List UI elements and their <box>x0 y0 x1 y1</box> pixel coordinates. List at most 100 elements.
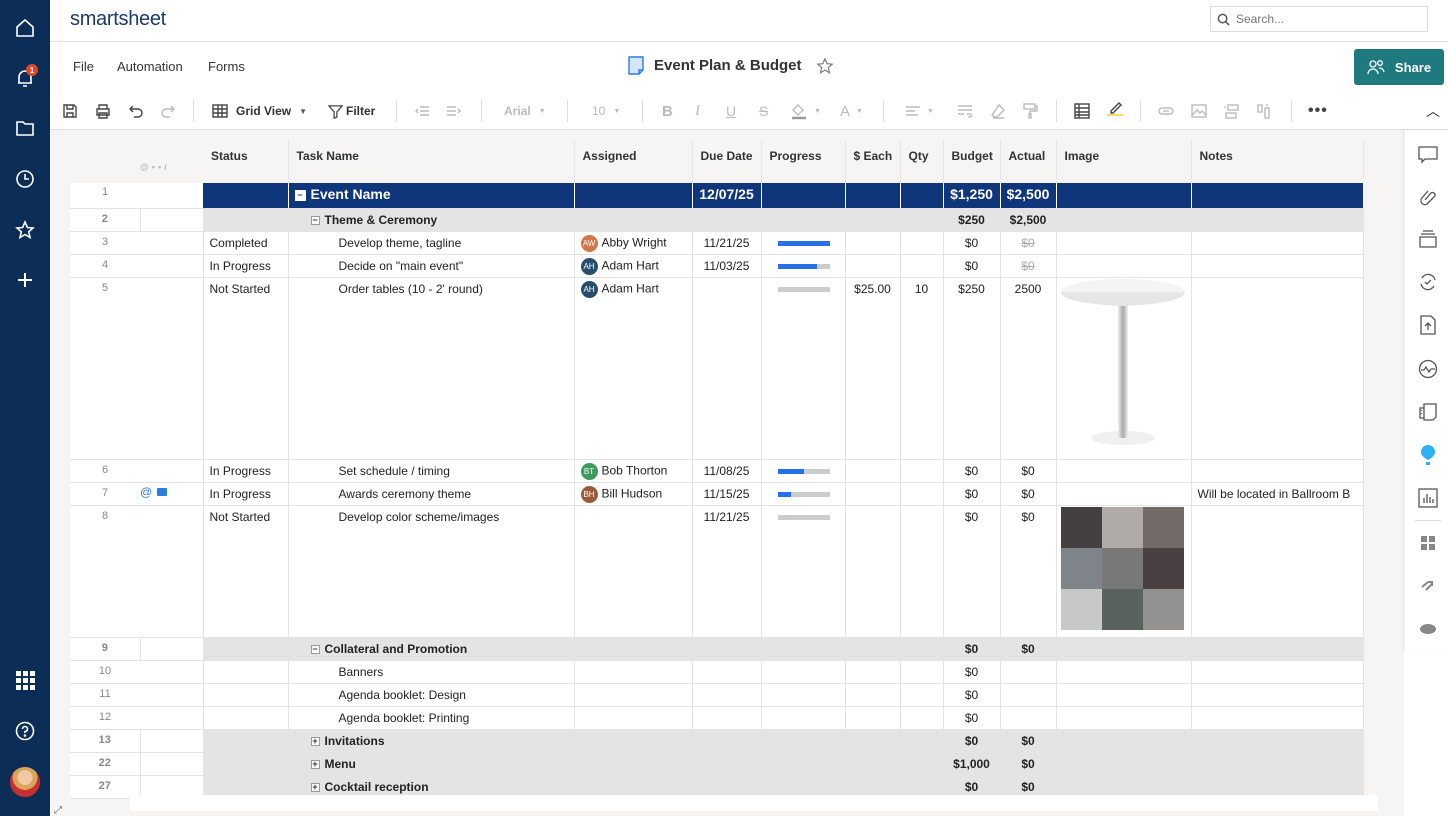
column-header-assigned[interactable]: Assigned <box>574 140 693 183</box>
assigned-cell[interactable] <box>574 660 693 684</box>
collapse-toggle-icon[interactable]: − <box>310 644 320 654</box>
due-date-cell[interactable]: 11/08/25 <box>692 459 762 483</box>
notifications-icon[interactable]: 1 <box>0 58 50 98</box>
actual-cell[interactable]: $0 <box>1000 254 1057 278</box>
progress-cell[interactable] <box>761 637 846 661</box>
actual-cell[interactable]: $2,500 <box>1000 183 1057 209</box>
qty-cell[interactable] <box>900 706 944 730</box>
activity-log-icon[interactable] <box>1417 358 1439 380</box>
image-cell[interactable] <box>1056 459 1192 483</box>
actual-cell[interactable]: $0 <box>1000 231 1057 255</box>
assigned-cell[interactable]: AH Adam Hart <box>574 277 693 460</box>
strikethrough-icon[interactable]: S <box>759 100 768 122</box>
table-row[interactable]: 4 In Progress Decide on "main event" AH Adam… <box>70 254 1364 278</box>
menu-file[interactable]: File <box>73 59 94 74</box>
budget-cell[interactable]: $0 <box>943 505 1001 638</box>
notes-cell[interactable] <box>1191 706 1364 730</box>
each-cell[interactable] <box>845 660 901 684</box>
attachment-indicator-icon[interactable]: @ <box>140 485 152 499</box>
align-icon[interactable]: ▼ <box>905 100 934 122</box>
due-date-cell[interactable] <box>692 752 762 776</box>
due-date-cell[interactable]: 11/03/25 <box>692 254 762 278</box>
table-row[interactable]: 12 Agenda booklet: Printing $0 <box>70 706 1364 730</box>
each-cell[interactable] <box>845 482 901 506</box>
table-row[interactable]: 5 Not Started Order tables (10 - 2' round)… <box>70 277 1364 460</box>
jira-connector-icon[interactable] <box>1417 575 1439 597</box>
column-header-qty[interactable]: Qty <box>900 140 944 183</box>
each-cell[interactable] <box>845 208 901 232</box>
assigned-cell[interactable] <box>574 505 693 638</box>
status-cell[interactable]: Completed <box>203 231 289 255</box>
notes-cell[interactable] <box>1191 660 1364 684</box>
image-cell[interactable] <box>1056 683 1192 707</box>
notes-cell[interactable] <box>1191 254 1364 278</box>
assigned-cell[interactable]: BH Bill Hudson <box>574 482 693 506</box>
row-number[interactable]: 5 <box>70 277 140 460</box>
budget-cell[interactable]: $0 <box>943 660 1001 684</box>
row-number[interactable]: 1 <box>70 183 140 209</box>
task-name-cell[interactable]: Set schedule / timing <box>288 459 575 483</box>
task-name-cell[interactable]: + Menu <box>288 752 575 776</box>
menu-automation[interactable]: Automation <box>117 59 183 74</box>
group-row[interactable]: 1 − Event Name 12/07/25 $1,250 $2,500 <box>70 183 1364 209</box>
group-row[interactable]: 9 − Collateral and Promotion $0 $0 <box>70 637 1364 661</box>
table-row[interactable]: 3 Completed Develop theme, tagline AW Abby W… <box>70 231 1364 255</box>
task-name-cell[interactable]: + Invitations <box>288 729 575 753</box>
actual-cell[interactable]: $0 <box>1000 459 1057 483</box>
status-cell[interactable] <box>203 183 289 209</box>
card-view-icon[interactable] <box>1223 100 1239 122</box>
budget-cell[interactable]: $1,000 <box>943 752 1001 776</box>
qty-cell[interactable] <box>900 637 944 661</box>
image-cell[interactable] <box>1056 277 1192 460</box>
row-number[interactable]: 7 <box>70 482 140 506</box>
assigned-cell[interactable] <box>574 683 693 707</box>
task-name-cell[interactable]: Develop color scheme/images <box>288 505 575 638</box>
notes-cell[interactable] <box>1191 505 1364 638</box>
progress-cell[interactable] <box>761 231 846 255</box>
image-cell[interactable] <box>1056 660 1192 684</box>
user-avatar[interactable] <box>0 762 50 802</box>
each-cell[interactable] <box>845 183 901 209</box>
column-header-actual[interactable]: Actual <box>1000 140 1057 183</box>
qty-cell[interactable] <box>900 231 944 255</box>
status-cell[interactable]: In Progress <box>203 459 289 483</box>
collapse-toggle-icon[interactable]: − <box>310 215 320 225</box>
row-number[interactable]: 13 <box>70 729 141 753</box>
budget-cell[interactable]: $0 <box>943 231 1001 255</box>
actual-cell[interactable]: $0 <box>1000 505 1057 638</box>
qty-cell[interactable]: 10 <box>900 277 944 460</box>
fullscreen-expand-icon[interactable]: ⤢ <box>54 805 62 816</box>
due-date-cell[interactable]: 11/21/25 <box>692 505 762 638</box>
column-header-due-date[interactable]: Due Date <box>692 140 762 183</box>
due-date-cell[interactable] <box>692 729 762 753</box>
qty-cell[interactable] <box>900 683 944 707</box>
task-name-cell[interactable]: − Event Name <box>288 183 575 209</box>
each-cell[interactable]: $25.00 <box>845 277 901 460</box>
actual-cell[interactable]: $2,500 <box>1000 208 1057 232</box>
budget-cell[interactable]: $0 <box>943 637 1001 661</box>
progress-cell[interactable] <box>761 277 846 460</box>
due-date-cell[interactable] <box>692 277 762 460</box>
bold-icon[interactable]: B <box>662 100 673 122</box>
notes-cell[interactable] <box>1191 637 1364 661</box>
column-header-progress[interactable]: Progress <box>761 140 846 183</box>
table-row[interactable]: 11 Agenda booklet: Design $0 <box>70 683 1364 707</box>
each-cell[interactable] <box>845 231 901 255</box>
status-cell[interactable] <box>203 208 289 232</box>
due-date-cell[interactable] <box>692 660 762 684</box>
qty-cell[interactable] <box>900 183 944 209</box>
due-date-cell[interactable] <box>692 637 762 661</box>
each-cell[interactable] <box>845 706 901 730</box>
column-header-status[interactable]: Status <box>203 140 289 183</box>
image-cell[interactable] <box>1056 482 1192 506</box>
qty-cell[interactable] <box>900 729 944 753</box>
underline-icon[interactable]: U <box>726 100 736 122</box>
each-cell[interactable] <box>845 505 901 638</box>
task-name-cell[interactable]: Banners <box>288 660 575 684</box>
assigned-cell[interactable]: BT Bob Thorton <box>574 459 693 483</box>
task-name-cell[interactable]: Agenda booklet: Design <box>288 683 575 707</box>
column-header-image[interactable]: Image <box>1056 140 1192 183</box>
notes-cell[interactable] <box>1191 683 1364 707</box>
more-options-icon[interactable]: ••• <box>1308 100 1328 122</box>
status-cell[interactable]: Not Started <box>203 277 289 460</box>
